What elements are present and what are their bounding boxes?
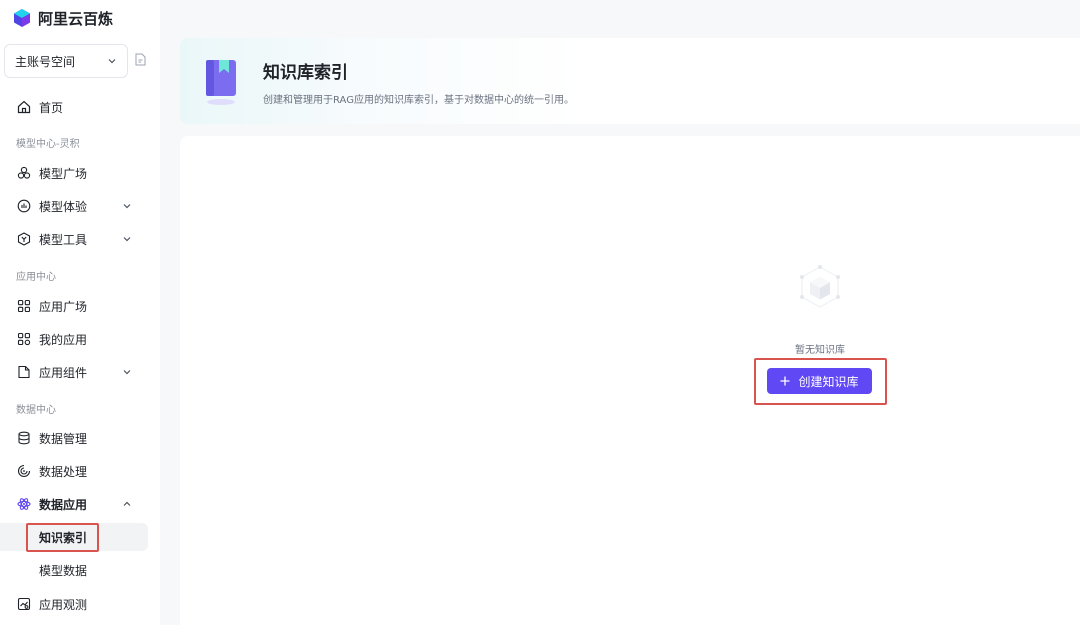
sidebar-item-home[interactable]: 首页: [0, 93, 148, 121]
sidebar-item-label: 模型工具: [39, 232, 88, 247]
empty-state-text: 暂无知识库: [795, 345, 845, 356]
sidebar-item-model-experience[interactable]: 模型体验: [0, 192, 148, 220]
empty-box-icon: [793, 264, 847, 310]
plus-icon: [780, 376, 790, 386]
home-icon: [17, 100, 31, 114]
sidebar-item-label: 模型数据: [39, 563, 88, 578]
sidebar-item-label: 应用组件: [39, 365, 88, 380]
sidebar-item-label: 模型广场: [39, 166, 88, 181]
brand-name: 阿里云百炼: [38, 9, 114, 28]
chevron-down-icon: [122, 367, 132, 377]
sidebar-item-label: 模型体验: [39, 199, 88, 214]
brand[interactable]: 阿里云百炼: [12, 7, 113, 29]
model-square-icon: [17, 166, 31, 180]
app-components-icon: [17, 365, 31, 379]
document-icon[interactable]: [135, 53, 146, 66]
model-tools-icon: [17, 232, 31, 246]
chevron-down-icon: [107, 56, 117, 66]
sidebar-item-label: 数据处理: [39, 464, 88, 479]
workspace-label: 主账号空间: [15, 54, 76, 69]
sidebar-item-label: 知识索引: [39, 530, 88, 545]
section-label-data-center: 数据中心: [16, 405, 56, 416]
sidebar-item-app-observation[interactable]: 应用观测: [0, 590, 148, 618]
model-experience-icon: [17, 199, 31, 213]
sidebar-item-label: 应用广场: [39, 299, 88, 314]
chevron-up-icon: [122, 499, 132, 509]
sidebar-item-label: 应用观测: [39, 597, 88, 612]
grid-icon: [17, 299, 31, 313]
atom-icon: [17, 497, 31, 511]
create-knowledge-base-button[interactable]: 创建知识库: [767, 368, 872, 394]
create-button-label: 创建知识库: [798, 374, 859, 389]
page-title: 知识库索引: [263, 63, 348, 83]
page-description: 创建和管理用于RAG应用的知识库索引，基于对数据中心的统一引用。: [263, 95, 574, 106]
sidebar-item-model-square[interactable]: 模型广场: [0, 159, 148, 187]
workspace-selector[interactable]: 主账号空间: [4, 44, 128, 78]
database-icon: [17, 431, 31, 445]
sidebar-item-app-components[interactable]: 应用组件: [0, 358, 148, 386]
data-processing-icon: [17, 464, 31, 478]
section-label-app-center: 应用中心: [16, 272, 56, 283]
knowledge-book-icon: [204, 58, 238, 108]
app-observation-icon: [17, 597, 31, 611]
sidebar-item-label: 我的应用: [39, 332, 88, 347]
sidebar-item-knowledge-index[interactable]: 知识索引: [0, 523, 148, 551]
sidebar-item-data-management[interactable]: 数据管理: [0, 424, 148, 452]
sidebar-item-model-tools[interactable]: 模型工具: [0, 225, 148, 253]
content-panel: [180, 136, 1080, 625]
brand-logo-icon: [12, 8, 32, 28]
chevron-down-icon: [122, 201, 132, 211]
sidebar-item-label: 首页: [39, 100, 64, 115]
my-apps-icon: [17, 332, 31, 346]
sidebar-item-label: 数据管理: [39, 431, 88, 446]
chevron-down-icon: [122, 234, 132, 244]
sidebar-item-data-processing[interactable]: 数据处理: [0, 457, 148, 485]
sidebar-item-label: 数据应用: [39, 497, 88, 512]
sidebar-item-data-application[interactable]: 数据应用: [0, 490, 148, 518]
section-label-model-center: 模型中心-灵积: [16, 139, 80, 150]
sidebar: 阿里云百炼 主账号空间 首页 模型中心-灵积 模型广场 模型体验 模型工具 应用…: [0, 0, 160, 625]
sidebar-item-app-square[interactable]: 应用广场: [0, 292, 148, 320]
sidebar-item-my-apps[interactable]: 我的应用: [0, 325, 148, 353]
sidebar-item-model-data[interactable]: 模型数据: [0, 556, 148, 584]
